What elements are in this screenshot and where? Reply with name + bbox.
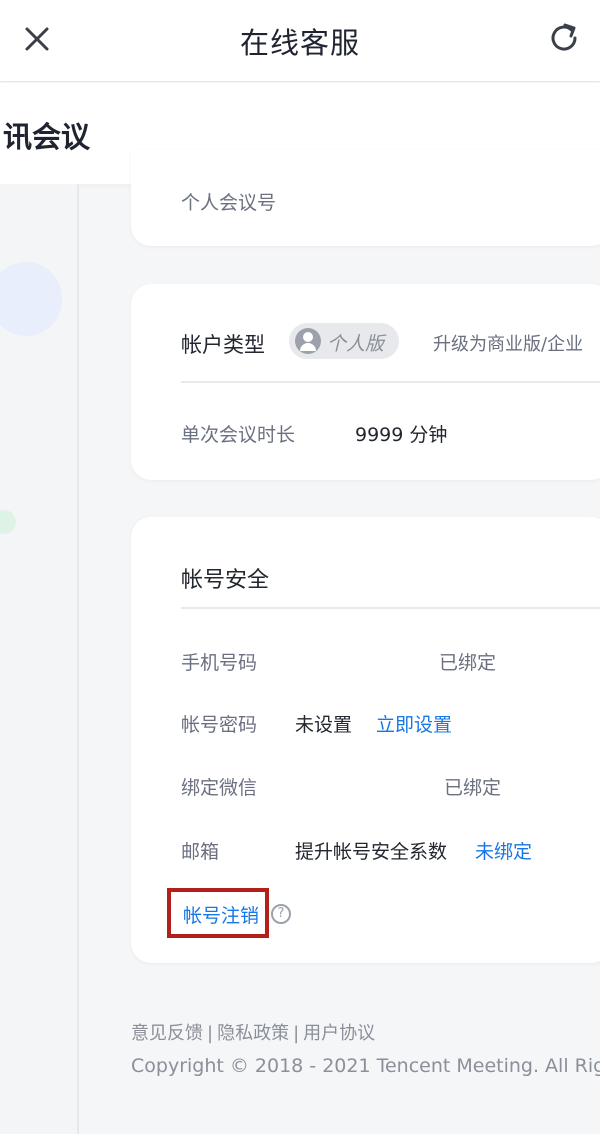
password-value: 未设置	[295, 714, 353, 736]
refresh-icon[interactable]	[546, 20, 582, 56]
meeting-id-card: 个人会议号	[131, 150, 600, 246]
brand-title: 讯会议	[3, 120, 91, 154]
account-security-card: 帐号安全 手机号码 已绑定 帐号密码 未设置 立即设置 绑定微信 已绑定 邮箱 …	[131, 517, 600, 963]
phone-label: 手机号码	[181, 652, 258, 674]
top-nav-bar: 在线客服	[0, 0, 600, 82]
left-sidebar	[0, 184, 79, 1134]
terms-link[interactable]: 用户协议	[303, 1023, 375, 1044]
user-icon	[295, 328, 321, 354]
footer-separator: |	[293, 1023, 300, 1044]
sidebar-active-item[interactable]	[0, 262, 62, 336]
duration-value: 9999 分钟	[355, 424, 448, 446]
divider	[181, 381, 600, 383]
email-label: 邮箱	[181, 841, 220, 863]
divider	[181, 607, 600, 609]
help-icon[interactable]: ?	[271, 904, 291, 924]
footer-links: 意见反馈 | 隐私政策 | 用户协议	[131, 1019, 375, 1045]
account-cancel-link[interactable]: 帐号注销	[183, 901, 259, 928]
duration-label: 单次会议时长	[181, 424, 296, 446]
page-title: 在线客服	[239, 26, 360, 60]
account-type-card: 帐户类型 个人版 升级为商业版/企业 单次会议时长 9999 分钟	[131, 284, 600, 480]
wechat-label: 绑定微信	[181, 777, 258, 799]
footer-separator: |	[207, 1023, 214, 1044]
plan-badge: 个人版	[289, 323, 399, 359]
phone-status: 已绑定	[439, 652, 497, 674]
privacy-link[interactable]: 隐私政策	[217, 1023, 289, 1044]
wechat-status: 已绑定	[444, 777, 502, 799]
upgrade-link[interactable]: 升级为商业版/企业	[433, 330, 583, 356]
password-label: 帐号密码	[181, 714, 258, 736]
sidebar-badge	[0, 510, 16, 534]
account-type-heading: 帐户类型	[181, 333, 265, 357]
plan-badge-label: 个人版	[327, 333, 385, 355]
meeting-id-label: 个人会议号	[181, 192, 277, 214]
feedback-link[interactable]: 意见反馈	[131, 1023, 203, 1044]
copyright-text: Copyright © 2018 - 2021 Tencent Meeting.…	[131, 1055, 600, 1077]
account-security-heading: 帐号安全	[181, 568, 270, 593]
bind-email-link[interactable]: 未绑定	[475, 837, 532, 864]
set-password-link[interactable]: 立即设置	[376, 710, 452, 737]
email-value: 提升帐号安全系数	[295, 841, 448, 863]
